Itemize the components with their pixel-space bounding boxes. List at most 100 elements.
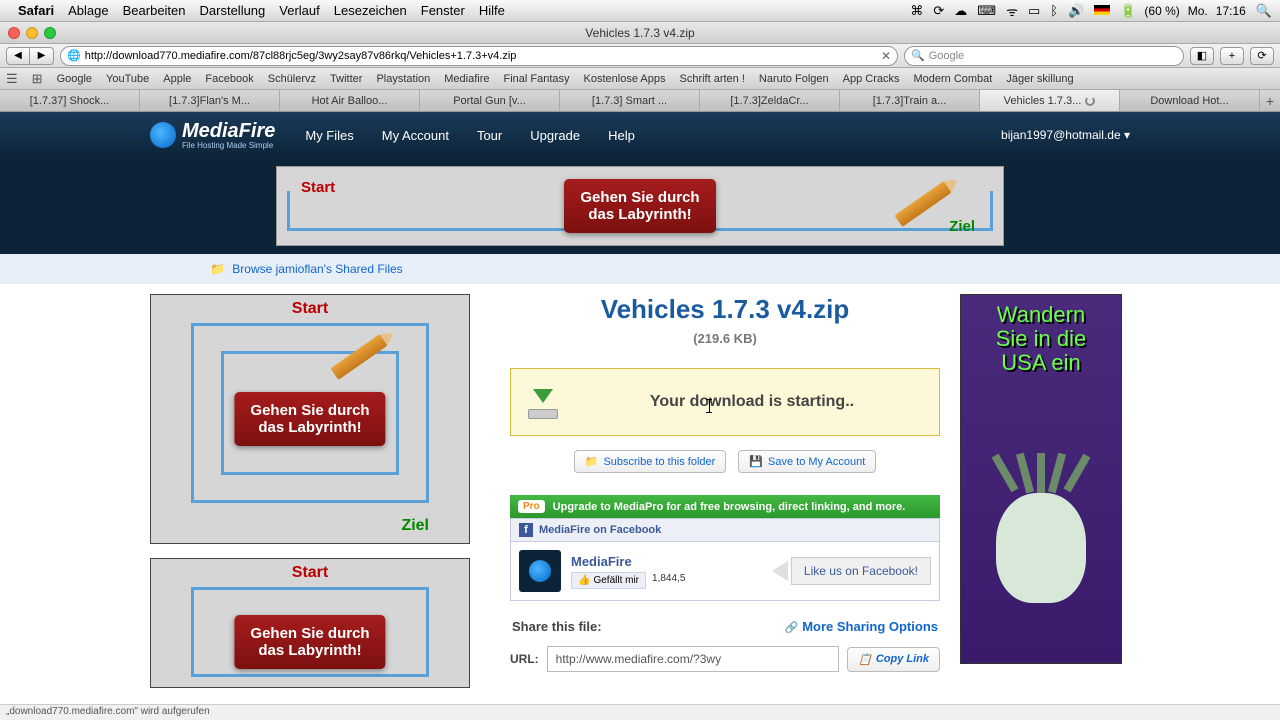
main-column: Vehicles 1.7.3 v4.zip (219.6 KB) Your do… — [510, 294, 940, 702]
close-button[interactable] — [8, 27, 20, 39]
spotlight-icon[interactable]: 🔍 — [1256, 3, 1272, 19]
content-columns: Start Gehen Sie durch das Labyrinth! Zie… — [0, 284, 1280, 702]
minimize-button[interactable] — [26, 27, 38, 39]
flag-icon[interactable] — [1094, 3, 1110, 18]
tab-bar: [1.7.37] Shock... [1.7.3]Flan's M... Hot… — [0, 90, 1280, 112]
bookmark-item[interactable]: Schrift arten ! — [679, 73, 744, 85]
sync-icon[interactable]: ⟳ — [933, 3, 944, 19]
tab[interactable]: [1.7.3]Flan's M... — [140, 90, 280, 111]
fb-cta-button[interactable]: Like us on Facebook! — [791, 557, 931, 585]
nav-help[interactable]: Help — [608, 128, 635, 143]
wifi-icon[interactable]: ᯤ — [1006, 2, 1018, 20]
bookmark-item[interactable]: Kostenlose Apps — [584, 73, 666, 85]
ad-ziel-label: Ziel — [949, 218, 975, 235]
tab[interactable]: Hot Air Balloo... — [280, 90, 420, 111]
copy-link-button[interactable]: 📋 Copy Link — [847, 647, 940, 672]
topsites-icon[interactable]: ⊞ — [32, 71, 43, 87]
browse-shared-link[interactable]: Browse jamioflan's Shared Files — [232, 262, 402, 276]
battery-icon[interactable]: 🔋 — [1120, 3, 1136, 19]
bookmark-item[interactable]: Jäger skillung — [1006, 73, 1073, 85]
clock-day[interactable]: Mo. — [1188, 4, 1208, 18]
file-title: Vehicles 1.7.3 v4.zip — [510, 294, 940, 325]
menu-fenster[interactable]: Fenster — [421, 3, 465, 18]
clock-time[interactable]: 17:16 — [1216, 4, 1246, 18]
menu-verlauf[interactable]: Verlauf — [279, 3, 319, 18]
mediafire-nav: My Files My Account Tour Upgrade Help — [305, 128, 635, 143]
subscribe-button[interactable]: 📁 Subscribe to this folder — [574, 450, 727, 473]
more-sharing-link[interactable]: 🔗 More Sharing Options — [785, 619, 938, 634]
tab-active[interactable]: Vehicles 1.7.3... — [980, 90, 1120, 111]
bookmark-item[interactable]: Final Fantasy — [504, 73, 570, 85]
search-bar[interactable]: 🔍 Google — [904, 46, 1184, 66]
bookmark-item[interactable]: App Cracks — [843, 73, 900, 85]
bookmark-button[interactable]: ◧ — [1190, 47, 1214, 65]
bookmark-item[interactable]: Playstation — [376, 73, 430, 85]
search-icon: 🔍 — [911, 49, 925, 62]
ad-cta-button[interactable]: Gehen Sie durch das Labyrinth! — [234, 615, 385, 669]
bookmark-item[interactable]: Naruto Folgen — [759, 73, 829, 85]
bookmark-item[interactable]: Google — [57, 73, 92, 85]
share-url-input[interactable] — [547, 646, 839, 672]
menu-ablage[interactable]: Ablage — [68, 3, 108, 18]
zoom-button[interactable] — [44, 27, 56, 39]
display-icon[interactable]: ▭ — [1028, 3, 1040, 19]
text-cursor-icon — [709, 399, 710, 413]
battery-percent: (60 %) — [1144, 4, 1179, 18]
menu-darstellung[interactable]: Darstellung — [200, 3, 266, 18]
bookmark-item[interactable]: Facebook — [205, 73, 253, 85]
keyboard-icon[interactable]: ⌨ — [977, 3, 996, 19]
save-account-button[interactable]: 💾 Save to My Account — [738, 450, 876, 473]
tab[interactable]: [1.7.37] Shock... — [0, 90, 140, 111]
volume-icon[interactable]: 🔊 — [1068, 3, 1084, 19]
refresh-button[interactable]: ⟳ — [1250, 47, 1274, 65]
cloud-icon[interactable]: ☁ — [954, 3, 967, 19]
add-button[interactable]: + — [1220, 47, 1244, 65]
menu-hilfe[interactable]: Hilfe — [479, 3, 505, 18]
mediafire-fb-logo[interactable] — [519, 550, 561, 592]
tab[interactable]: [1.7.3]Train a... — [840, 90, 980, 111]
tab[interactable]: [1.7.3]ZeldaCr... — [700, 90, 840, 111]
tab[interactable]: Download Hot... — [1120, 90, 1260, 111]
sidebar-ad[interactable]: Start Gehen Sie durch das Labyrinth! Zie… — [150, 294, 470, 544]
search-placeholder: Google — [929, 50, 964, 62]
fb-like-button[interactable]: 👍 Gefällt mir — [571, 572, 646, 589]
banner-ad[interactable]: Start Gehen Sie durch das Labyrinth! Zie… — [276, 166, 1004, 246]
url-bar[interactable]: 🌐 http://download770.mediafire.com/87cl8… — [60, 46, 898, 66]
nav-upgrade[interactable]: Upgrade — [530, 128, 580, 143]
tab[interactable]: [1.7.3] Smart ... — [560, 90, 700, 111]
bookmark-item[interactable]: Mediafire — [444, 73, 489, 85]
right-column: Wandern Sie in die USA ein — [960, 294, 1125, 702]
bookmarks-menu-icon[interactable]: ☰ — [6, 71, 18, 87]
nav-myfiles[interactable]: My Files — [305, 128, 353, 143]
tab[interactable]: Portal Gun [v... — [420, 90, 560, 111]
forward-button[interactable]: ▶ — [30, 47, 54, 65]
pro-badge: Pro — [518, 500, 545, 513]
bluetooth-icon[interactable]: ᛒ — [1050, 3, 1058, 18]
pro-text: Upgrade to MediaPro for ad free browsing… — [553, 501, 906, 513]
ad-cta-button[interactable]: Gehen Sie durch das Labyrinth! — [564, 179, 715, 233]
bookmark-item[interactable]: Twitter — [330, 73, 362, 85]
stop-icon[interactable]: ✕ — [881, 49, 891, 63]
ad-cta-button[interactable]: Gehen Sie durch das Labyrinth! — [234, 392, 385, 446]
camera-icon[interactable]: ⌘ — [910, 3, 923, 19]
bookmark-item[interactable]: YouTube — [106, 73, 149, 85]
upgrade-pro-bar[interactable]: Pro Upgrade to MediaPro for ad free brow… — [510, 495, 940, 518]
app-name[interactable]: Safari — [18, 3, 54, 18]
new-tab-button[interactable]: + — [1260, 90, 1280, 111]
fb-like-count: 1,844,5 — [652, 573, 685, 584]
user-menu[interactable]: bijan1997@hotmail.de ▾ — [1001, 128, 1130, 142]
nav-myaccount[interactable]: My Account — [382, 128, 449, 143]
bookmark-item[interactable]: Schülervz — [268, 73, 316, 85]
sidebar-ad[interactable]: Start Gehen Sie durch das Labyrinth! — [150, 558, 470, 688]
clipboard-icon: 📋 — [858, 653, 872, 666]
back-button[interactable]: ◀ — [6, 47, 30, 65]
fb-page-name[interactable]: MediaFire — [571, 554, 685, 569]
menu-lesezeichen[interactable]: Lesezeichen — [334, 3, 407, 18]
vertical-ad[interactable]: Wandern Sie in die USA ein — [960, 294, 1122, 664]
bookmark-item[interactable]: Apple — [163, 73, 191, 85]
menu-bearbeiten[interactable]: Bearbeiten — [123, 3, 186, 18]
page-content: MediaFire File Hosting Made Simple My Fi… — [0, 112, 1280, 704]
mediafire-logo[interactable]: MediaFire File Hosting Made Simple — [150, 120, 275, 150]
bookmark-item[interactable]: Modern Combat — [913, 73, 992, 85]
nav-tour[interactable]: Tour — [477, 128, 502, 143]
